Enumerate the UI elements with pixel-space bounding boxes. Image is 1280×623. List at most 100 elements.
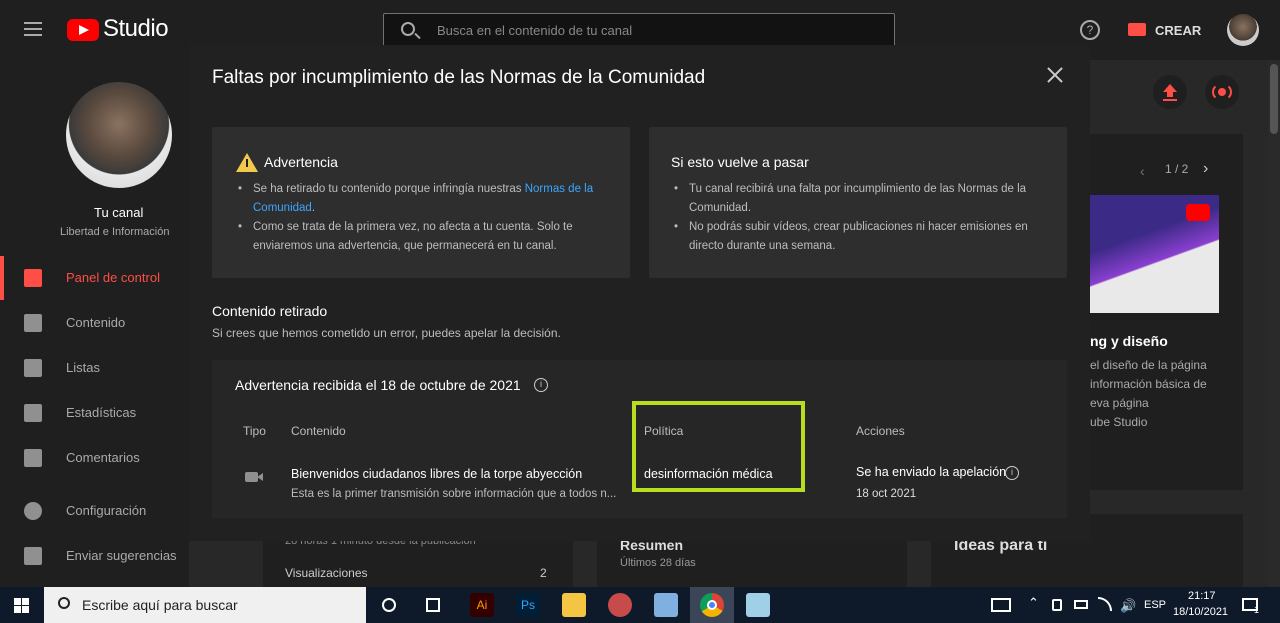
tray-icon[interactable]	[1052, 599, 1062, 611]
column-header-content: Contenido	[291, 424, 346, 438]
column-header-type: Tipo	[243, 424, 266, 438]
warning-card: Advertencia Se ha retirado tu contenido …	[212, 127, 630, 278]
chrome-icon[interactable]	[700, 593, 724, 617]
warning-bullet: Como se trata de la primera vez, no afec…	[235, 218, 615, 256]
create-video-icon[interactable]	[1128, 23, 1146, 36]
repeat-list: Tu canal recibirá una falta por incumpli…	[671, 180, 1051, 256]
policy-highlight-box	[632, 401, 805, 492]
news-thumbnail	[1090, 195, 1219, 313]
content-title[interactable]: Bienvenidos ciudadanos libres de la torp…	[291, 467, 582, 481]
video-camera-icon	[245, 472, 263, 482]
summary-subtitle: Últimos 28 días	[620, 557, 696, 569]
info-icon[interactable]: i	[534, 378, 548, 392]
news-card-line: información básica de	[1090, 377, 1207, 391]
sidebar-item-feedback[interactable]: Enviar sugerencias	[0, 534, 189, 578]
removed-content-subtitle: Si crees que hemos cometido un error, pu…	[212, 326, 561, 340]
studio-logo-text[interactable]: Studio	[103, 15, 169, 43]
scrollbar[interactable]	[1268, 60, 1280, 587]
warning-bullet: Se ha retirado tu contenido porque infri…	[235, 180, 615, 218]
sidebar-item-comments[interactable]: Comentarios	[0, 436, 189, 480]
repeat-bullet: No podrás subir vídeos, crear publicacio…	[671, 218, 1051, 256]
youtube-logo-icon	[1186, 204, 1210, 221]
app-icon[interactable]	[654, 593, 678, 617]
received-title: Advertencia recibida el 18 de octubre de…	[235, 377, 521, 393]
upload-icon[interactable]	[1153, 75, 1187, 109]
appeal-status: Se ha enviado la apelación	[856, 465, 1007, 479]
repeat-bullet: Tu canal recibirá una falta por incumpli…	[671, 180, 1051, 218]
search-icon	[401, 22, 415, 36]
clock-time[interactable]: 21:17	[1188, 590, 1216, 602]
action-center-icon[interactable]	[991, 598, 1011, 612]
windows-start-icon[interactable]	[14, 598, 29, 613]
news-card-line: el diseño de la página	[1090, 358, 1207, 372]
wifi-icon[interactable]	[1098, 597, 1112, 611]
search-icon-handle	[414, 32, 421, 40]
warning-heading: Advertencia	[264, 154, 338, 170]
chevron-left-icon[interactable]: ‹	[1140, 163, 1145, 179]
close-icon[interactable]	[1046, 66, 1064, 84]
info-icon[interactable]: i	[1005, 466, 1019, 480]
sidebar-item-dashboard[interactable]: Panel de control	[0, 256, 189, 300]
channel-handle: Libertad e Información	[60, 226, 170, 238]
comments-icon	[24, 449, 42, 467]
search-placeholder: Busca en el contenido de tu canal	[437, 23, 633, 38]
sidebar-item-label: Panel de control	[66, 270, 160, 285]
views-value: 2	[540, 566, 547, 580]
warning-icon	[236, 153, 258, 172]
sidebar-item-label: Configuración	[66, 503, 147, 518]
warning-bullet-suffix: .	[311, 202, 316, 214]
taskbar-search-placeholder: Escribe aquí para buscar	[82, 597, 238, 613]
illustrator-icon[interactable]: Ai	[470, 593, 494, 617]
photoshop-icon[interactable]: Ps	[516, 593, 540, 617]
cortana-icon[interactable]	[382, 598, 396, 612]
create-button[interactable]: CREAR	[1155, 23, 1201, 38]
removed-content-title: Contenido retirado	[212, 303, 328, 319]
battery-icon[interactable]	[1074, 600, 1088, 609]
help-icon[interactable]: ?	[1080, 20, 1100, 40]
sidebar-item-settings[interactable]: Configuración	[0, 489, 189, 533]
appeal-date: 18 oct 2021	[856, 488, 917, 500]
playlist-icon	[24, 359, 42, 377]
sidebar-item-analytics[interactable]: Estadísticas	[0, 391, 189, 435]
news-card-line: ube Studio	[1090, 415, 1148, 429]
chevron-up-icon[interactable]: ⌃	[1028, 595, 1039, 611]
sidebar-item-label: Listas	[66, 360, 100, 375]
news-card-title: ng y diseño	[1090, 333, 1168, 349]
volume-icon[interactable]: 🔊	[1120, 598, 1136, 614]
gear-icon	[24, 502, 42, 520]
menu-icon[interactable]	[24, 18, 42, 40]
analytics-icon	[24, 404, 42, 422]
notification-count: 1	[1254, 605, 1260, 615]
taskbar: Escribe aquí para buscar Ai Ps ⌃ 🔊 ESP 2…	[0, 587, 1280, 623]
sidebar-item-label: Comentarios	[66, 450, 140, 465]
sidebar-item-label: Contenido	[66, 315, 126, 330]
strikes-dialog: Faltas por incumplimiento de las Normas …	[189, 45, 1090, 541]
sidebar-item-playlists[interactable]: Listas	[0, 346, 189, 390]
app-icon[interactable]	[608, 593, 632, 617]
taskbar-search-input[interactable]: Escribe aquí para buscar	[44, 587, 366, 623]
youtube-logo-icon[interactable]	[67, 19, 99, 41]
account-avatar[interactable]	[1227, 14, 1259, 46]
chevron-right-icon[interactable]: ›	[1203, 160, 1208, 178]
live-icon[interactable]	[1205, 75, 1239, 109]
repeat-heading: Si esto vuelve a pasar	[671, 154, 809, 170]
sidebar-item-label: Enviar sugerencias	[66, 548, 177, 563]
search-icon	[58, 597, 70, 609]
channel-name: Tu canal	[94, 205, 144, 220]
sidebar-item-content[interactable]: Contenido	[0, 301, 189, 345]
news-card-line: eva página	[1090, 396, 1149, 410]
column-header-actions: Acciones	[856, 424, 905, 438]
sidebar-item-label: Estadísticas	[66, 405, 137, 420]
content-description: Esta es la primer transmisión sobre info…	[291, 488, 617, 500]
dialog-title: Faltas por incumplimiento de las Normas …	[212, 67, 706, 88]
dashboard-icon	[24, 269, 42, 287]
language-indicator[interactable]: ESP	[1144, 599, 1166, 611]
channel-avatar[interactable]	[66, 82, 172, 188]
search-input[interactable]: Busca en el contenido de tu canal	[383, 13, 895, 47]
clock-date[interactable]: 18/10/2021	[1173, 606, 1228, 618]
file-explorer-icon[interactable]	[562, 593, 586, 617]
app-icon[interactable]	[746, 593, 770, 617]
views-label: Visualizaciones	[285, 566, 368, 580]
task-view-icon[interactable]	[426, 598, 440, 612]
pager-text: 1 / 2	[1165, 162, 1189, 176]
